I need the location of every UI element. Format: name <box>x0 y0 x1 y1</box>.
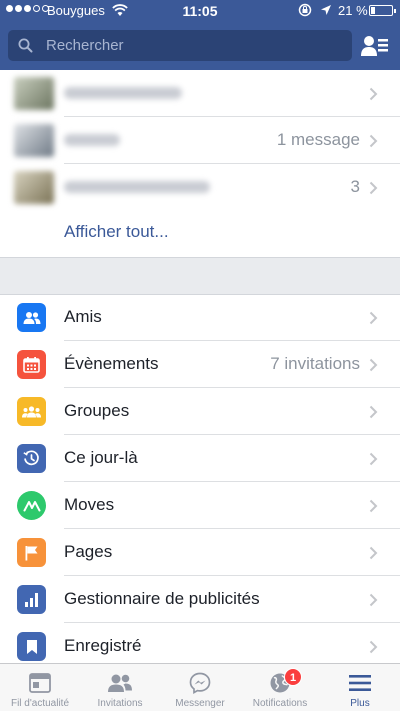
tab-label: Notifications <box>252 698 308 709</box>
menu-item-label: Ce jour-là <box>64 448 138 467</box>
shortcuts-menu: Amis Évènements 7 invitations Groupes Ce… <box>0 294 400 670</box>
group-thumbnail <box>14 77 54 110</box>
group-shortcut-row[interactable] <box>0 70 400 117</box>
status-bar: Bouygues 11:05 21 % <box>0 0 400 22</box>
tab-label: Plus <box>350 698 370 709</box>
tab-invitations[interactable]: Invitations <box>80 664 160 711</box>
chevron-right-icon <box>369 452 378 466</box>
menu-item-groupes[interactable]: Groupes <box>0 388 400 435</box>
chevron-right-icon <box>369 405 378 419</box>
calendar-icon <box>17 350 46 379</box>
notification-badge: 1 <box>284 668 302 686</box>
flag-icon <box>17 538 46 567</box>
menu-item-evenements[interactable]: Évènements 7 invitations <box>0 341 400 388</box>
chevron-right-icon <box>369 499 378 513</box>
chevron-right-icon <box>369 358 378 372</box>
group-count: 3 <box>350 177 360 196</box>
chevron-right-icon <box>369 311 378 325</box>
menu-item-label: Moves <box>64 495 115 514</box>
top-bar: Bouygues 11:05 21 % <box>0 0 400 70</box>
menu-item-label: Pages <box>64 542 113 561</box>
rotation-lock-icon <box>298 3 312 17</box>
invitations-icon <box>107 671 133 695</box>
chevron-right-icon <box>369 87 378 101</box>
chevron-right-icon <box>369 181 378 195</box>
menu-item-label: Enregistré <box>64 636 142 655</box>
location-arrow-icon <box>321 5 331 15</box>
blurred-group-name <box>64 87 182 99</box>
news-feed-icon <box>27 671 53 695</box>
search-input[interactable] <box>46 30 342 61</box>
chevron-right-icon <box>369 640 378 654</box>
battery-percent: 21 % <box>338 3 368 18</box>
group-count: 1 message <box>276 130 360 149</box>
group-thumbnail <box>14 171 54 204</box>
friend-requests-icon[interactable] <box>358 30 392 61</box>
group-thumbnail <box>14 124 54 157</box>
menu-item-amis[interactable]: Amis <box>0 294 400 341</box>
tab-plus[interactable]: Plus <box>320 664 400 711</box>
on-this-day-icon <box>17 444 46 473</box>
menu-item-label: Évènements <box>64 354 159 373</box>
more-menu-icon <box>347 671 373 695</box>
chevron-right-icon <box>369 593 378 607</box>
menu-item-moves[interactable]: Moves <box>0 482 400 529</box>
messenger-icon <box>187 671 213 695</box>
menu-item-pages[interactable]: Pages <box>0 529 400 576</box>
tab-label: Fil d'actualité <box>10 698 70 709</box>
tab-label: Invitations <box>97 698 143 709</box>
blurred-group-name <box>64 181 210 193</box>
menu-item-label: Groupes <box>64 401 130 420</box>
group-shortcuts-list: 1 message 3 <box>0 70 400 211</box>
search-bar[interactable] <box>8 30 352 61</box>
tab-label: Messenger <box>175 698 225 709</box>
bottom-tab-bar: Fil d'actualité Invitations Messenger No… <box>0 663 400 711</box>
ads-manager-icon <box>17 585 46 614</box>
battery-icon <box>369 5 396 16</box>
menu-item-label: Gestionnaire de publicités <box>64 589 260 608</box>
chevron-right-icon <box>369 134 378 148</box>
chevron-right-icon <box>369 546 378 560</box>
group-shortcut-row[interactable]: 3 <box>0 164 400 211</box>
search-icon <box>18 38 33 53</box>
tab-notifications[interactable]: Notifications 1 <box>240 664 320 711</box>
moves-icon <box>17 491 46 520</box>
bookmark-icon <box>17 632 46 661</box>
section-divider <box>0 257 400 295</box>
tab-fil-d-actualite[interactable]: Fil d'actualité <box>0 664 80 711</box>
menu-item-ce-jour-la[interactable]: Ce jour-là <box>0 435 400 482</box>
blurred-group-name <box>64 134 120 146</box>
tab-messenger[interactable]: Messenger <box>160 664 240 711</box>
groups-icon <box>17 397 46 426</box>
battery-level-fill <box>371 7 375 14</box>
see-all-link[interactable]: Afficher tout... <box>64 222 169 242</box>
friends-icon <box>17 303 46 332</box>
menu-item-label: Amis <box>64 307 102 326</box>
menu-item-gestionnaire-de-publicites[interactable]: Gestionnaire de publicités <box>0 576 400 623</box>
menu-item-detail: 7 invitations <box>270 354 360 373</box>
group-shortcut-row[interactable]: 1 message <box>0 117 400 164</box>
